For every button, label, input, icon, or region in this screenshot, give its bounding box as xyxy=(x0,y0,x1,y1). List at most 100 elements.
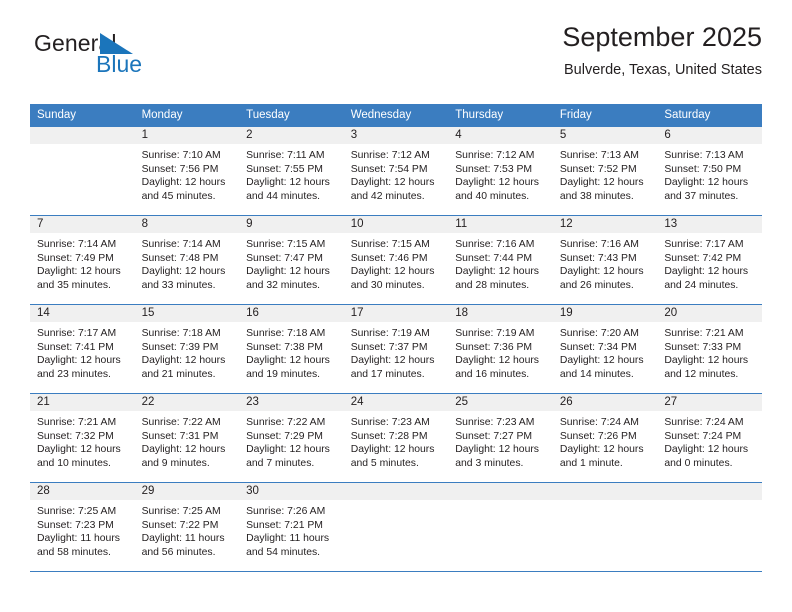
daylight-text-line1: Daylight: 12 hours xyxy=(141,444,226,456)
day-details: Sunrise: 7:25 AM Sunset: 7:23 PM Dayligh… xyxy=(30,500,135,559)
sunset-text: Sunset: 7:52 PM xyxy=(559,163,637,175)
day-number: 18 xyxy=(448,305,553,322)
sunset-text: Sunset: 7:23 PM xyxy=(37,519,114,531)
sunset-text: Sunset: 7:44 PM xyxy=(455,252,533,264)
day-number: 17 xyxy=(343,305,449,322)
sunrise-text: Sunrise: 7:10 AM xyxy=(141,150,221,161)
day-number: 20 xyxy=(657,305,762,322)
day-cell[interactable]: 13 Sunrise: 7:17 AM Sunset: 7:42 PM Dayl… xyxy=(657,215,762,305)
day-cell[interactable]: 15 Sunrise: 7:18 AM Sunset: 7:39 PM Dayl… xyxy=(134,304,240,394)
day-number: 3 xyxy=(343,127,449,144)
day-cell[interactable]: 24 Sunrise: 7:23 AM Sunset: 7:28 PM Dayl… xyxy=(343,393,449,483)
day-details: Sunrise: 7:11 AM Sunset: 7:55 PM Dayligh… xyxy=(239,144,344,203)
day-number: 30 xyxy=(239,483,344,500)
sunset-text: Sunset: 7:50 PM xyxy=(664,163,742,175)
sunrise-text: Sunrise: 7:14 AM xyxy=(141,239,221,250)
sunrise-text: Sunrise: 7:19 AM xyxy=(455,328,535,339)
day-details: Sunrise: 7:22 AM Sunset: 7:31 PM Dayligh… xyxy=(135,411,240,470)
day-number xyxy=(343,483,449,500)
day-cell[interactable]: 27 Sunrise: 7:24 AM Sunset: 7:24 PM Dayl… xyxy=(657,393,762,483)
day-number xyxy=(552,483,658,500)
day-cell[interactable]: 20 Sunrise: 7:21 AM Sunset: 7:33 PM Dayl… xyxy=(657,304,762,394)
day-cell[interactable]: 12 Sunrise: 7:16 AM Sunset: 7:43 PM Dayl… xyxy=(552,215,658,305)
day-cell[interactable]: 9 Sunrise: 7:15 AM Sunset: 7:47 PM Dayli… xyxy=(239,215,344,305)
sunrise-text: Sunrise: 7:20 AM xyxy=(559,328,639,339)
day-cell[interactable]: 16 Sunrise: 7:18 AM Sunset: 7:38 PM Dayl… xyxy=(239,304,344,394)
logo-text-blue: Blue xyxy=(96,51,143,77)
calendar-page: General Blue September 2025 Bulverde, Te… xyxy=(0,0,792,612)
day-cell[interactable]: 5 Sunrise: 7:13 AM Sunset: 7:52 PM Dayli… xyxy=(552,126,658,216)
day-cell[interactable]: 22 Sunrise: 7:22 AM Sunset: 7:31 PM Dayl… xyxy=(134,393,240,483)
sunrise-text: Sunrise: 7:17 AM xyxy=(37,328,117,339)
sunrise-text: Sunrise: 7:23 AM xyxy=(350,417,430,428)
sunset-text: Sunset: 7:28 PM xyxy=(350,430,428,442)
day-cell[interactable]: 28 Sunrise: 7:25 AM Sunset: 7:23 PM Dayl… xyxy=(30,482,135,572)
sunrise-text: Sunrise: 7:24 AM xyxy=(559,417,639,428)
day-number: 24 xyxy=(343,394,449,411)
day-number: 5 xyxy=(552,127,658,144)
day-cell[interactable]: 23 Sunrise: 7:22 AM Sunset: 7:29 PM Dayl… xyxy=(239,393,344,483)
daylight-text-line2: and 14 minutes. xyxy=(559,368,634,380)
day-cell[interactable]: 30 Sunrise: 7:26 AM Sunset: 7:21 PM Dayl… xyxy=(239,482,344,572)
daylight-text-line2: and 45 minutes. xyxy=(141,190,216,202)
day-cell[interactable]: 10 Sunrise: 7:15 AM Sunset: 7:46 PM Dayl… xyxy=(343,215,449,305)
week-row: 14 Sunrise: 7:17 AM Sunset: 7:41 PM Dayl… xyxy=(30,304,762,394)
day-cell[interactable]: 1 Sunrise: 7:10 AM Sunset: 7:56 PM Dayli… xyxy=(134,126,240,216)
daylight-text-line2: and 7 minutes. xyxy=(246,457,315,469)
sunrise-text: Sunrise: 7:25 AM xyxy=(37,506,117,517)
weekday-header-row: Sunday Monday Tuesday Wednesday Thursday… xyxy=(30,104,762,127)
day-cell[interactable]: 2 Sunrise: 7:11 AM Sunset: 7:55 PM Dayli… xyxy=(239,126,344,216)
day-cell[interactable]: 26 Sunrise: 7:24 AM Sunset: 7:26 PM Dayl… xyxy=(552,393,658,483)
sunset-text: Sunset: 7:49 PM xyxy=(37,252,114,264)
day-cell[interactable]: 19 Sunrise: 7:20 AM Sunset: 7:34 PM Dayl… xyxy=(552,304,658,394)
sunrise-text: Sunrise: 7:22 AM xyxy=(141,417,221,428)
day-cell[interactable]: 29 Sunrise: 7:25 AM Sunset: 7:22 PM Dayl… xyxy=(134,482,240,572)
daylight-text-line1: Daylight: 11 hours xyxy=(37,533,120,545)
day-cell[interactable]: 17 Sunrise: 7:19 AM Sunset: 7:37 PM Dayl… xyxy=(343,304,449,394)
day-cell[interactable]: 6 Sunrise: 7:13 AM Sunset: 7:50 PM Dayli… xyxy=(657,126,762,216)
day-details: Sunrise: 7:21 AM Sunset: 7:32 PM Dayligh… xyxy=(30,411,135,470)
weekday-header-saturday: Saturday xyxy=(657,104,762,127)
sunset-text: Sunset: 7:56 PM xyxy=(141,163,219,175)
day-cell[interactable]: 4 Sunrise: 7:12 AM Sunset: 7:53 PM Dayli… xyxy=(448,126,553,216)
daylight-text-line2: and 42 minutes. xyxy=(350,190,425,202)
day-number: 2 xyxy=(239,127,344,144)
day-details: Sunrise: 7:12 AM Sunset: 7:54 PM Dayligh… xyxy=(344,144,449,203)
day-details: Sunrise: 7:18 AM Sunset: 7:38 PM Dayligh… xyxy=(239,322,344,381)
day-cell[interactable]: 11 Sunrise: 7:16 AM Sunset: 7:44 PM Dayl… xyxy=(448,215,553,305)
sunset-text: Sunset: 7:32 PM xyxy=(37,430,114,442)
daylight-text-line2: and 0 minutes. xyxy=(664,457,733,469)
day-number: 26 xyxy=(552,394,658,411)
day-cell[interactable]: 7 Sunrise: 7:14 AM Sunset: 7:49 PM Dayli… xyxy=(30,215,135,305)
sunset-text: Sunset: 7:53 PM xyxy=(455,163,533,175)
day-number: 1 xyxy=(134,127,240,144)
daylight-text-line1: Daylight: 12 hours xyxy=(37,355,121,367)
day-cell[interactable]: 18 Sunrise: 7:19 AM Sunset: 7:36 PM Dayl… xyxy=(448,304,553,394)
day-cell[interactable]: 14 Sunrise: 7:17 AM Sunset: 7:41 PM Dayl… xyxy=(30,304,135,394)
daylight-text-line2: and 37 minutes. xyxy=(664,190,739,202)
daylight-text-line1: Daylight: 12 hours xyxy=(141,177,226,189)
daylight-text-line2: and 35 minutes. xyxy=(37,279,111,291)
day-cell xyxy=(552,482,658,572)
day-cell[interactable]: 3 Sunrise: 7:12 AM Sunset: 7:54 PM Dayli… xyxy=(343,126,449,216)
sunrise-text: Sunrise: 7:22 AM xyxy=(246,417,326,428)
day-details: Sunrise: 7:25 AM Sunset: 7:22 PM Dayligh… xyxy=(135,500,240,559)
daylight-text-line2: and 44 minutes. xyxy=(246,190,321,202)
day-cell[interactable]: 8 Sunrise: 7:14 AM Sunset: 7:48 PM Dayli… xyxy=(134,215,240,305)
daylight-text-line2: and 40 minutes. xyxy=(455,190,530,202)
daylight-text-line2: and 16 minutes. xyxy=(455,368,530,380)
week-row: 7 Sunrise: 7:14 AM Sunset: 7:49 PM Dayli… xyxy=(30,215,762,305)
day-details: Sunrise: 7:19 AM Sunset: 7:37 PM Dayligh… xyxy=(344,322,449,381)
sunset-text: Sunset: 7:26 PM xyxy=(559,430,637,442)
daylight-text-line2: and 17 minutes. xyxy=(350,368,425,380)
day-cell[interactable]: 21 Sunrise: 7:21 AM Sunset: 7:32 PM Dayl… xyxy=(30,393,135,483)
day-number: 15 xyxy=(134,305,240,322)
sunset-text: Sunset: 7:21 PM xyxy=(246,519,323,531)
day-details: Sunrise: 7:17 AM Sunset: 7:42 PM Dayligh… xyxy=(657,233,762,292)
daylight-text-line2: and 1 minute. xyxy=(559,457,623,469)
day-cell[interactable]: 25 Sunrise: 7:23 AM Sunset: 7:27 PM Dayl… xyxy=(448,393,553,483)
day-number: 14 xyxy=(30,305,135,322)
daylight-text-line1: Daylight: 12 hours xyxy=(37,444,121,456)
general-blue-logo[interactable]: General Blue xyxy=(34,32,244,84)
sunset-text: Sunset: 7:54 PM xyxy=(350,163,428,175)
